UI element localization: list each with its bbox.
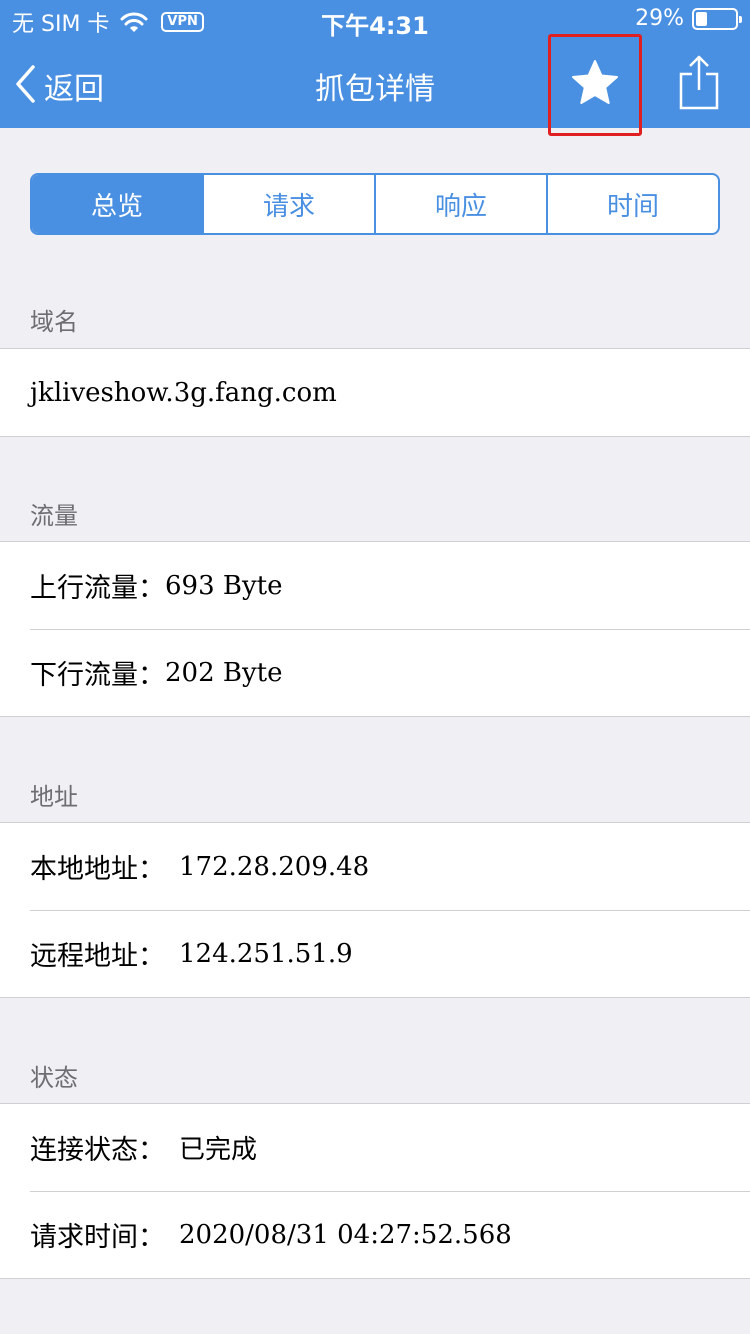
favorite-button[interactable] xyxy=(548,34,642,136)
section-header-traffic: 流量 xyxy=(30,502,78,530)
local-address-label: 本地地址： xyxy=(30,854,165,885)
domain-value: jkliveshow.3g.fang.com xyxy=(30,377,337,408)
tab-response[interactable]: 响应 xyxy=(374,175,546,233)
tab-overview[interactable]: 总览 xyxy=(32,175,202,233)
local-address-row: 本地地址： 172.28.209.48 xyxy=(0,823,750,910)
tab-request[interactable]: 请求 xyxy=(202,175,374,233)
battery-fill xyxy=(696,11,707,26)
group-address: 本地地址： 172.28.209.48 远程地址： 124.251.51.9 xyxy=(0,822,750,998)
group-traffic: 上行流量： 693 Byte 下行流量： 202 Byte xyxy=(0,541,750,717)
header: 无 SIM 卡 VPN 下午4:31 29% 返回 抓包详情 xyxy=(0,0,750,136)
section-header-address: 地址 xyxy=(30,783,78,811)
group-status: 连接状态： 已完成 请求时间： 2020/08/31 04:27:52.568 xyxy=(0,1103,750,1279)
share-icon xyxy=(678,54,720,114)
upload-traffic-label: 上行流量： xyxy=(30,573,165,604)
connection-status-label: 连接状态： xyxy=(30,1135,165,1166)
section-header-status: 状态 xyxy=(30,1064,78,1092)
download-traffic-row: 下行流量： 202 Byte xyxy=(0,629,750,716)
upload-traffic-row: 上行流量： 693 Byte xyxy=(0,542,750,629)
remote-address-label: 远程地址： xyxy=(30,941,165,972)
battery-percent: 29% xyxy=(635,6,684,31)
download-traffic-value: 202 Byte xyxy=(165,657,283,688)
request-time-label: 请求时间： xyxy=(30,1222,165,1253)
remote-address-row: 远程地址： 124.251.51.9 xyxy=(0,910,750,997)
download-traffic-label: 下行流量： xyxy=(30,660,165,691)
section-header-domain: 域名 xyxy=(30,308,78,336)
domain-row: jkliveshow.3g.fang.com xyxy=(0,349,750,436)
request-time-value: 2020/08/31 04:27:52.568 xyxy=(179,1219,512,1250)
group-domain: jkliveshow.3g.fang.com xyxy=(0,348,750,437)
request-time-row: 请求时间： 2020/08/31 04:27:52.568 xyxy=(0,1191,750,1278)
status-bar-right: 29% xyxy=(635,6,742,31)
share-button[interactable] xyxy=(672,54,726,114)
battery-icon xyxy=(692,7,742,30)
connection-status-value: 已完成 xyxy=(179,1135,258,1165)
star-icon xyxy=(570,58,620,112)
upload-traffic-value: 693 Byte xyxy=(165,570,283,601)
nav-bar: 返回 抓包详情 xyxy=(0,34,750,136)
tab-timing[interactable]: 时间 xyxy=(546,175,718,233)
connection-status-row: 连接状态： 已完成 xyxy=(0,1104,750,1191)
segmented-tabs: 总览 请求 响应 时间 xyxy=(30,173,720,235)
remote-address-value: 124.251.51.9 xyxy=(179,938,353,969)
local-address-value: 172.28.209.48 xyxy=(179,851,370,882)
